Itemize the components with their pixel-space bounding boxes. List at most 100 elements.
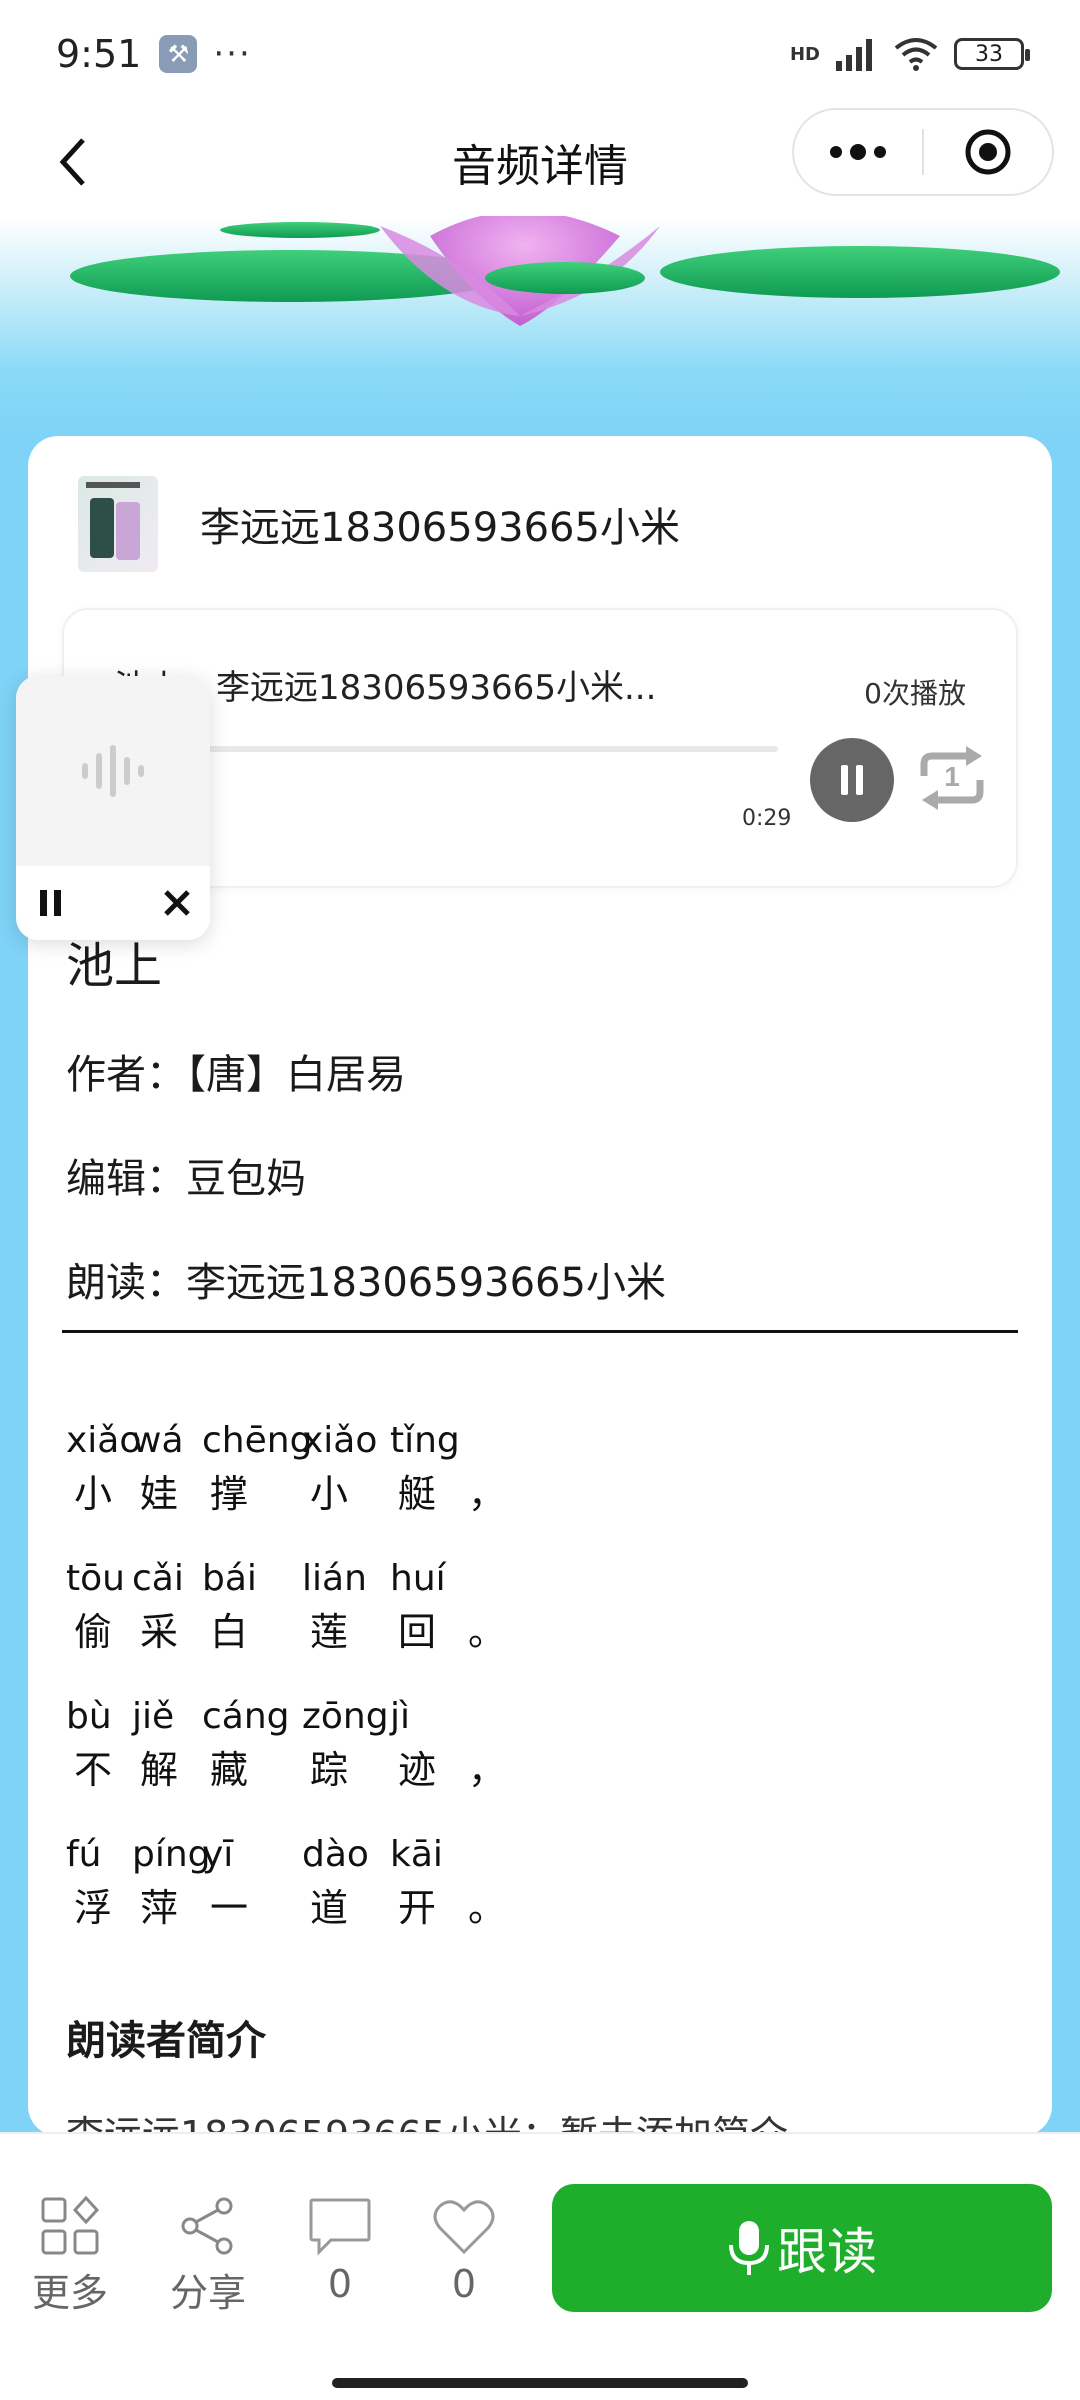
pinyin-syllable: tǐng [390,1420,460,1461]
audio-wave-icon [82,745,144,797]
pinyin-syllable: lián [302,1558,367,1599]
hanzi-character: 踪 [310,1748,349,1792]
poem-line-pinyin: tōu cǎi bái lián huí [66,1558,500,1599]
battery-icon: 33 [954,38,1030,70]
hanzi-character: 撑 [210,1472,249,1516]
reader-bio-heading: 朗读者简介 [66,2018,266,2064]
poem-line-hanzi: 小娃撑小艇， [66,1463,507,1518]
hanzi-character: 藏 [210,1748,249,1792]
pause-icon [841,765,863,795]
target-icon [965,129,1011,175]
repeat-one-button[interactable]: 1 [910,736,994,820]
pinyin-syllable: chēng [202,1420,313,1461]
pinyin-syllable: wá [132,1420,184,1461]
pinyin-syllable: cáng [202,1696,290,1737]
floating-mini-player[interactable] [16,676,210,940]
network-type: HD [789,43,820,65]
mini-program-capsule [792,108,1054,196]
share-label: 分享 [169,2271,246,2315]
poem-body: xiǎo wá chēng xiǎo tǐng 小娃撑小艇， tōu cǎi bái lián hu… [66,1420,507,1972]
hanzi-character: 艇 [398,1472,437,1516]
bottom-action-bar: 更多 分享 0 0 跟读 [0,2132,1080,2356]
poem-line-hanzi: 浮萍一 道 开。 [66,1877,507,1932]
pinyin-syllable: xiǎo [66,1420,142,1461]
pinyin-syllable: dào [302,1834,369,1875]
wifi-icon [894,38,938,71]
section-divider [62,1330,1018,1333]
comment-count: 0 [327,2262,353,2306]
lotus-banner [0,216,1080,436]
pinyin-syllable: bù [66,1696,112,1737]
hanzi-character: 浮 [74,1886,113,1930]
hanzi-character: 小 [74,1472,113,1516]
pause-button[interactable] [810,738,894,822]
hanzi-character: 迹 [398,1748,437,1792]
poem-reader: 朗读：李远远18306593665小米 [66,1260,666,1306]
grid-icon [41,2196,100,2255]
more-label: 更多 [31,2271,108,2315]
poem-title: 池上 [66,938,163,994]
poem-line-pinyin: bù jiě cáng zōng jì [66,1696,500,1737]
wrench-icon: ⚒ [159,35,198,73]
signal-icon [836,39,872,71]
pinyin-syllable: píng [132,1834,211,1875]
pinyin-syllable: xiǎo [302,1420,378,1461]
hanzi-character: 莲 [310,1610,349,1654]
pinyin-syllable: tōu [66,1558,125,1599]
like-button[interactable]: 0 [404,2196,524,2306]
pinyin-syllable: huí [390,1558,446,1599]
more-menu-button[interactable] [794,110,922,194]
more-notifications-icon: ··· [213,34,252,74]
hanzi-character: 解 [140,1748,179,1792]
status-time: 9:51 [56,32,142,76]
poem-line-pinyin: xiǎo wá chēng xiǎo tǐng [66,1420,500,1461]
poem-line-hanzi: 偷采白 莲 回。 [66,1601,507,1656]
pinyin-syllable: kāi [390,1834,443,1875]
progress-slider[interactable] [114,746,778,752]
like-count: 0 [451,2262,477,2306]
pinyin-syllable: yī [202,1834,234,1875]
back-button[interactable] [40,130,104,194]
mini-player-artwork [16,676,210,866]
comment-icon [309,2198,371,2256]
uploader-row[interactable]: 李远远18306593665小米 [78,476,680,572]
poem-line: tōu cǎi bái lián huí 偷采白 莲 回。 [66,1558,507,1656]
avatar [78,476,158,572]
follow-read-button[interactable]: 跟读 [552,2184,1052,2312]
hanzi-character: 。 [468,1610,507,1654]
poem-line: fú píng yī dào kāi 浮萍一 道 开。 [66,1834,507,1932]
pinyin-syllable: fú [66,1834,102,1875]
close-icon[interactable] [162,888,192,918]
mini-pause-icon[interactable] [38,888,64,918]
poem-line-hanzi: 不解藏 踪 迹 ， [66,1739,507,1794]
more-button[interactable]: 更多 [10,2196,130,2317]
poem-line-pinyin: fú píng yī dào kāi [66,1834,500,1875]
close-miniprogram-button[interactable] [924,110,1052,194]
poem-meta: 池上 作者：【唐】白居易 编辑：豆包妈 朗读：李远远18306593665小米 [66,926,1026,1308]
poem-editor: 编辑：豆包妈 [66,1156,306,1202]
hanzi-character: 小 [310,1472,349,1516]
pinyin-syllable: bái [202,1558,257,1599]
page-title: 音频详情 [452,141,628,192]
hanzi-character: 萍 [140,1886,179,1930]
track-duration: 0:29 [742,806,792,831]
pinyin-syllable: zōng [302,1696,389,1737]
hanzi-character: 。 [468,1886,507,1930]
hanzi-character: ， [468,1748,507,1792]
chevron-left-icon [59,138,85,186]
hanzi-character: ， [468,1472,507,1516]
microphone-icon [729,2221,769,2275]
status-bar: 9:51 ⚒ ··· HD 33 [0,0,1080,108]
hanzi-character: 偷 [74,1610,113,1654]
pinyin-syllable: jiě [132,1696,175,1737]
hanzi-character: 采 [140,1610,179,1654]
home-indicator [332,2378,748,2388]
repeat-one-icon: 1 [920,746,984,810]
poem-line: xiǎo wá chēng xiǎo tǐng 小娃撑小艇， [66,1420,507,1518]
poem-line: bù jiě cáng zōng jì 不解藏 踪 迹 ， [66,1696,507,1794]
comment-button[interactable]: 0 [280,2196,400,2306]
share-icon [181,2197,233,2255]
hanzi-character: 娃 [140,1472,179,1516]
follow-read-label: 跟读 [777,2223,877,2281]
share-button[interactable]: 分享 [148,2196,268,2317]
